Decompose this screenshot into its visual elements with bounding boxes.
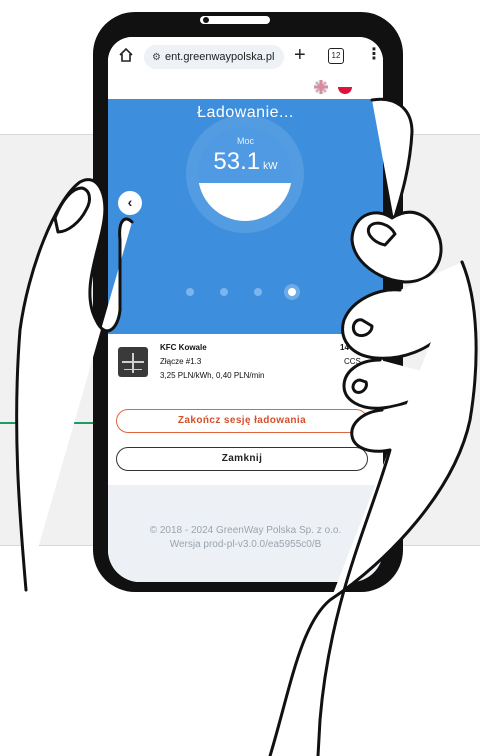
hands-illustration [15,97,478,756]
